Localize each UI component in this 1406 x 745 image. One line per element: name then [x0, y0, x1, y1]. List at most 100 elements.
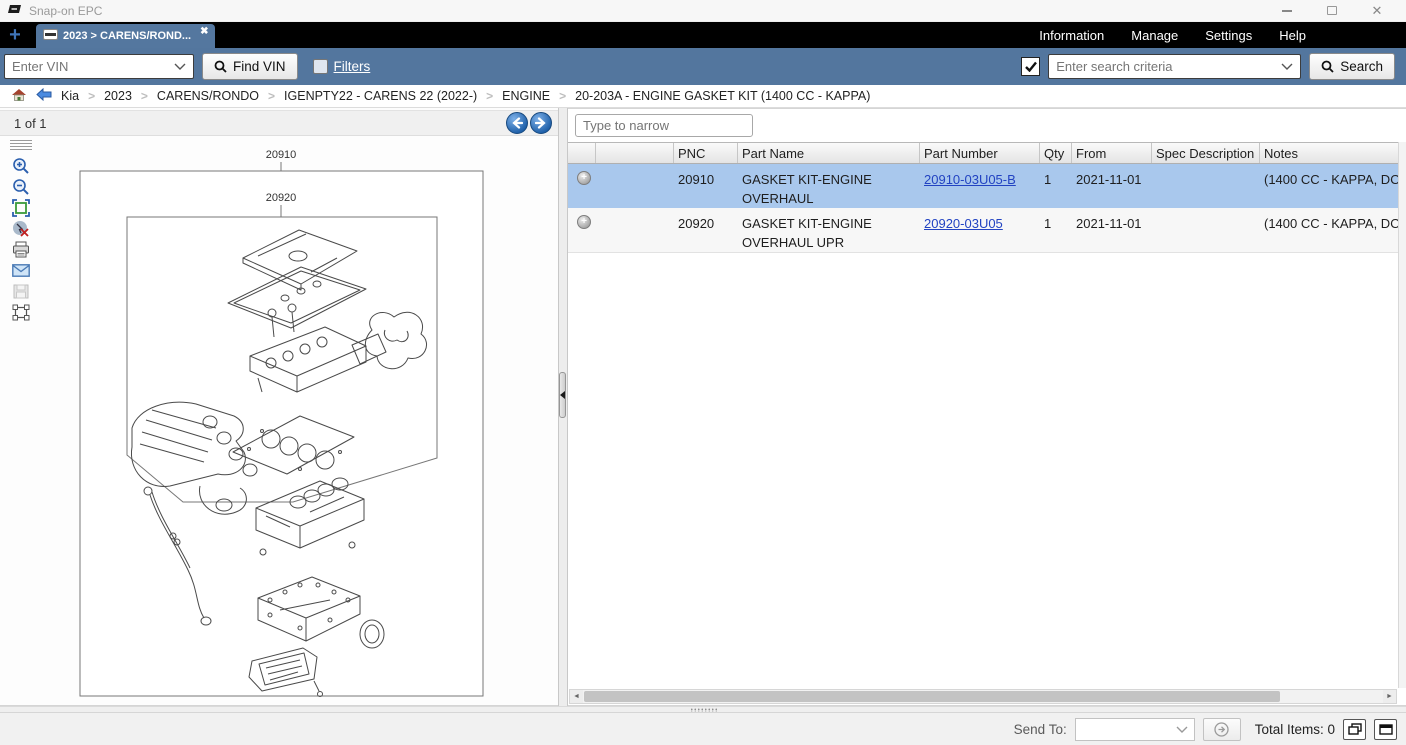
table-row[interactable]: + 20910 GASKET KIT-ENGINE OVERHAUL 20910… [568, 164, 1398, 208]
application-window: Snap-on EPC ✕ + 2023 > CARENS/ROND... ✖ … [0, 0, 1406, 745]
column-part-name[interactable]: Part Name [738, 143, 920, 163]
breadcrumb-figure[interactable]: 20-203A - ENGINE GASKET KIT (1400 CC - K… [575, 89, 870, 103]
total-items-label: Total Items: 0 [1255, 722, 1335, 737]
part-number-link[interactable]: 20910-03U05-B [924, 172, 1016, 187]
parts-table-header: PNC Part Name Part Number Qty From Spec … [568, 142, 1398, 164]
horizontal-scrollbar[interactable]: ◄ ► [569, 689, 1397, 704]
circle-arrow-right-icon [1214, 722, 1229, 737]
part-number-link[interactable]: 20920-03U05 [924, 216, 1003, 231]
status-bar: Send To: Total Items: 0 [0, 712, 1406, 745]
tab-carens[interactable]: 2023 > CARENS/ROND... ✖ [36, 24, 215, 48]
close-tab-icon[interactable]: ✖ [200, 26, 208, 37]
search-bar: Find VIN Filters Search [0, 48, 1406, 85]
column-qty[interactable]: Qty [1040, 143, 1072, 163]
breadcrumb-year[interactable]: 2023 [104, 89, 132, 103]
column-thumbnail[interactable] [596, 143, 674, 163]
new-tab-button[interactable]: + [7, 25, 23, 45]
menu-information[interactable]: Information [1039, 28, 1104, 43]
column-part-number[interactable]: Part Number [920, 143, 1040, 163]
zoom-out-icon[interactable] [9, 176, 32, 197]
close-window-icon[interactable]: ✕ [1370, 4, 1384, 18]
notes-cell: (1400 CC - KAPPA, DOH [1260, 208, 1398, 252]
menu-settings[interactable]: Settings [1205, 28, 1252, 43]
collapse-panel-handle[interactable] [559, 372, 566, 418]
vin-input[interactable] [12, 59, 174, 74]
app-logo-icon [8, 2, 23, 20]
chevron-down-icon [174, 63, 186, 70]
restore-icon[interactable] [1325, 4, 1339, 18]
panel-splitter[interactable] [558, 108, 568, 706]
fit-to-view-icon[interactable] [9, 197, 32, 218]
vertical-scrollbar[interactable] [1398, 142, 1406, 688]
from-cell: 2021-11-01 [1072, 164, 1152, 208]
filters-toggle[interactable]: Filters [313, 59, 371, 74]
scrollbar-thumb[interactable] [584, 691, 1280, 702]
column-notes[interactable]: Notes [1260, 143, 1398, 163]
send-to-label: Send To: [1014, 722, 1067, 737]
column-spec-description[interactable]: Spec Description [1152, 143, 1260, 163]
search-criteria-combobox[interactable] [1048, 54, 1301, 79]
save-disabled-icon[interactable] [9, 281, 32, 302]
column-from[interactable]: From [1072, 143, 1152, 163]
breadcrumb-separator: > [141, 89, 148, 103]
collapse-left-icon [560, 391, 565, 399]
find-vin-label: Find VIN [233, 59, 286, 74]
maximize-view-button[interactable] [1374, 719, 1397, 740]
breadcrumb-section[interactable]: ENGINE [502, 89, 550, 103]
breadcrumb-separator: > [88, 89, 95, 103]
callout-20920[interactable]: 20920 [266, 192, 297, 204]
scroll-right-icon[interactable]: ► [1383, 690, 1396, 703]
print-icon[interactable] [9, 239, 32, 260]
home-icon[interactable] [11, 88, 27, 105]
cascade-view-button[interactable] [1343, 719, 1366, 740]
search-options-button[interactable] [1021, 57, 1040, 76]
parts-panel: PNC Part Name Part Number Qty From Spec … [568, 108, 1406, 706]
breadcrumb-catalog[interactable]: IGENPTY22 - CARENS 22 (2022-) [284, 89, 477, 103]
from-cell: 2021-11-01 [1072, 208, 1152, 252]
parts-diagram[interactable]: 20910 20920 [0, 136, 558, 704]
minimize-icon[interactable] [1280, 4, 1294, 18]
expand-row-icon[interactable]: + [577, 215, 591, 229]
vehicle-tab-icon [43, 27, 58, 45]
thumbnail-cell [596, 164, 674, 208]
column-expand[interactable] [568, 143, 596, 163]
callout-20910[interactable]: 20910 [266, 149, 297, 161]
back-arrow-icon[interactable] [36, 88, 52, 104]
filters-checkbox[interactable] [313, 59, 328, 74]
zoom-in-icon[interactable] [9, 155, 32, 176]
filters-label: Filters [334, 59, 371, 74]
menu-help[interactable]: Help [1279, 28, 1306, 43]
main-area: 1 of 1 [0, 108, 1406, 706]
search-button[interactable]: Search [1309, 53, 1395, 80]
send-go-button[interactable] [1203, 718, 1241, 741]
send-to-select[interactable] [1075, 718, 1195, 741]
find-vin-button[interactable]: Find VIN [202, 53, 298, 80]
column-pnc[interactable]: PNC [674, 143, 738, 163]
select-region-icon[interactable] [9, 302, 32, 323]
toolbar-grip-handle[interactable] [10, 140, 32, 150]
scroll-left-icon[interactable]: ◄ [570, 690, 583, 703]
search-label: Search [1340, 59, 1383, 74]
breadcrumb-separator: > [486, 89, 493, 103]
menu-manage[interactable]: Manage [1131, 28, 1178, 43]
breadcrumb-model[interactable]: CARENS/RONDO [157, 89, 259, 103]
vin-combobox[interactable] [4, 54, 194, 79]
cascade-windows-icon [1348, 723, 1362, 735]
spec-description-cell [1152, 164, 1260, 208]
check-icon [1025, 61, 1037, 72]
narrow-filter-input[interactable] [575, 114, 753, 137]
next-page-button[interactable] [530, 112, 552, 134]
previous-page-button[interactable] [506, 112, 528, 134]
search-criteria-input[interactable] [1056, 59, 1281, 74]
breadcrumb-separator: > [559, 89, 566, 103]
arrow-right-icon [535, 117, 547, 129]
email-icon[interactable] [9, 260, 32, 281]
chevron-down-icon [1176, 726, 1188, 733]
pan-disabled-icon[interactable] [9, 218, 32, 239]
breadcrumb-make[interactable]: Kia [61, 89, 79, 103]
window-controls: ✕ [1280, 4, 1398, 18]
qty-cell: 1 [1040, 208, 1072, 252]
spec-description-cell [1152, 208, 1260, 252]
table-row[interactable]: + 20920 GASKET KIT-ENGINE OVERHAUL UPR 2… [568, 208, 1398, 253]
expand-row-icon[interactable]: + [577, 171, 591, 185]
